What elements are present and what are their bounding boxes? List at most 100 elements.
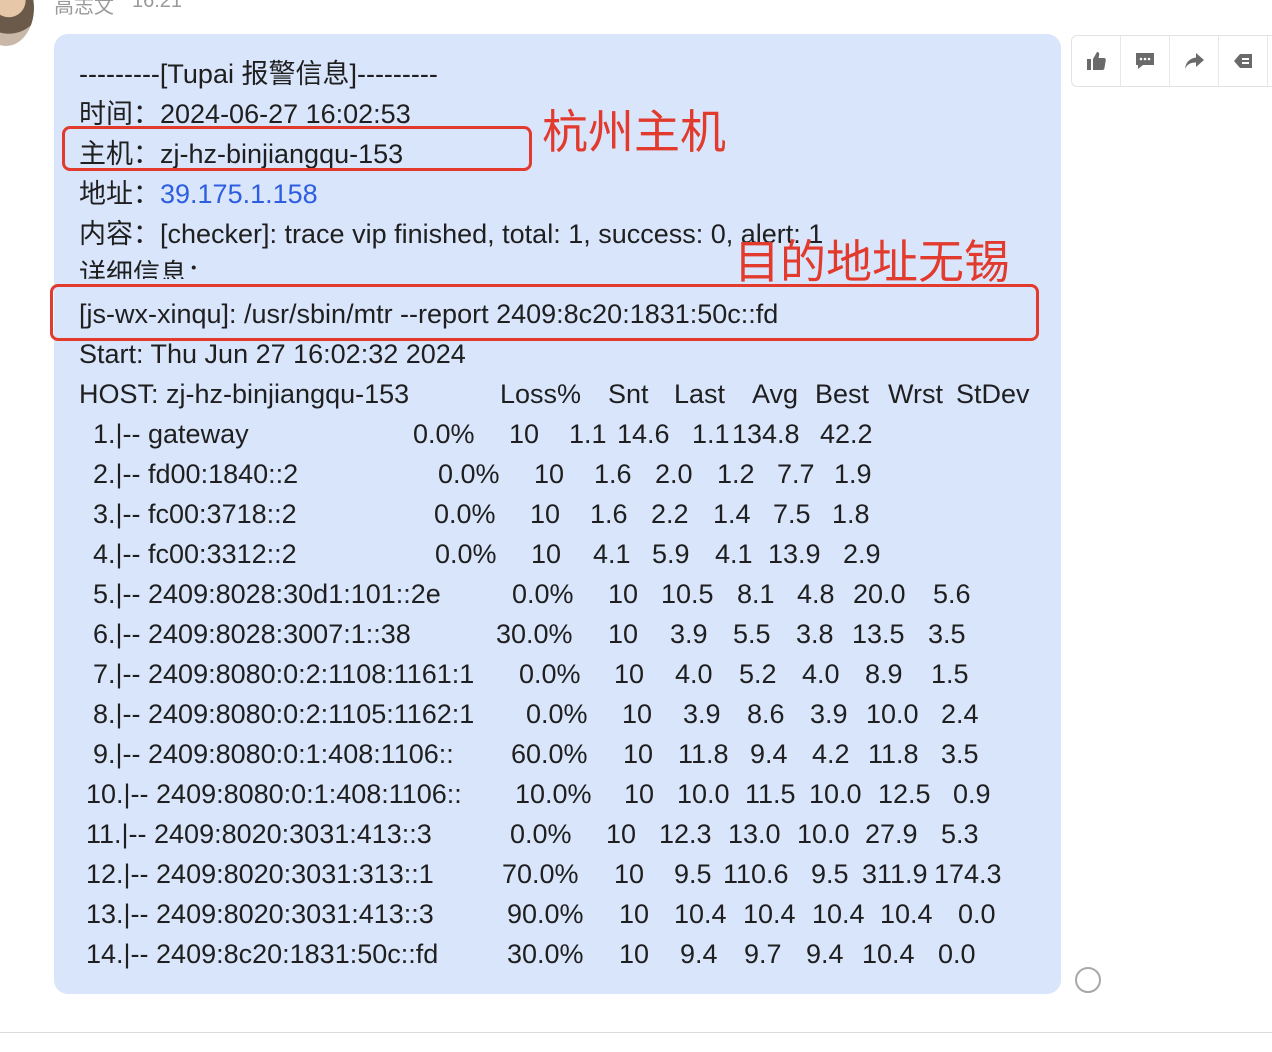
cell-stdev: 0.9 — [953, 779, 991, 809]
command-highlight-box — [50, 284, 1039, 341]
cell-hop: 7.|-- 2409:8080:0:2:1108:1161:1 — [93, 659, 475, 689]
cell-avg: 13.0 — [728, 819, 781, 849]
cell-wrst: 27.9 — [865, 819, 918, 849]
cell-avg: 11.5 — [745, 779, 796, 809]
cell-snt: 10 — [619, 939, 650, 969]
cell-loss: 60.0% — [511, 739, 588, 769]
cell-stdev: 5.3 — [941, 819, 979, 849]
cell-stdev: 1.9 — [834, 459, 872, 489]
cell-loss: 0.0% — [512, 579, 574, 609]
host-highlight-box — [62, 126, 532, 171]
cell-last: 4.0 — [675, 659, 713, 689]
cell-hop: 6.|-- 2409:8028:3007:1::38 — [93, 619, 411, 649]
avatar[interactable] — [0, 0, 34, 46]
thumbs-up-icon[interactable] — [1072, 36, 1121, 86]
cell-snt: 10 — [619, 899, 650, 929]
cell-snt: 10 — [530, 499, 561, 529]
cell-avg: 5.2 — [739, 659, 777, 689]
cell-wrst: 10.4 — [862, 939, 915, 969]
cell-last: 1.6 — [594, 459, 632, 489]
col-loss: Loss% — [500, 379, 582, 409]
cell-snt: 10 — [608, 619, 639, 649]
cell-avg: 9.7 — [744, 939, 782, 969]
cell-stdev: 42.2 — [820, 419, 873, 449]
cell-snt: 10 — [608, 579, 639, 609]
comment-icon[interactable] — [1121, 36, 1170, 86]
cell-last: 12.3 — [659, 819, 712, 849]
cell-stdev: 5.6 — [933, 579, 971, 609]
content-label: 内容： — [79, 219, 160, 249]
cell-avg: 5.5 — [733, 619, 771, 649]
cell-hop: 3.|-- fc00:3718::2 — [93, 499, 297, 529]
cell-stdev: 3.5 — [941, 739, 979, 769]
host-annotation: 杭州主机 — [542, 106, 726, 158]
cell-loss: 0.0% — [413, 419, 475, 449]
sender-info: 高志文 16:21 — [54, 0, 183, 18]
cell-best: 10.4 — [812, 899, 865, 929]
cell-loss: 0.0% — [438, 459, 500, 489]
cell-hop: 8.|-- 2409:8080:0:2:1105:1162:1 — [93, 699, 475, 729]
cell-hop: 5.|-- 2409:8028:30d1:101::2e — [93, 579, 441, 609]
cell-best: 4.2 — [812, 739, 850, 769]
time-label: 时间： — [79, 99, 160, 129]
read-status-icon — [1075, 967, 1101, 993]
cell-avg: 2.0 — [655, 459, 693, 489]
cell-best: 3.8 — [796, 619, 834, 649]
cell-stdev: 1.8 — [832, 499, 870, 529]
cell-last: 9.4 — [680, 939, 718, 969]
cell-snt: 10 — [614, 859, 645, 889]
more-icon[interactable] — [1219, 36, 1268, 86]
cell-last: 3.9 — [683, 699, 721, 729]
cell-avg: 8.6 — [747, 699, 785, 729]
cell-wrst: 10.0 — [866, 699, 919, 729]
cell-wrst: 134.8 — [732, 419, 800, 449]
cell-hop: 12.|-- 2409:8020:3031:313::1 — [86, 859, 434, 889]
cell-avg: 5.9 — [652, 539, 690, 569]
cell-wrst: 10.4 — [880, 899, 933, 929]
cell-snt: 10 — [623, 739, 654, 769]
address-link[interactable]: 39.175.1.158 — [160, 179, 318, 209]
cell-last: 9.5 — [674, 859, 712, 889]
col-last: Last — [674, 379, 726, 409]
cell-snt: 10 — [534, 459, 565, 489]
cell-last: 1.1 — [569, 419, 607, 449]
cell-hop: 11.|-- 2409:8020:3031:413::3 — [86, 819, 432, 849]
cell-stdev: 0.0 — [938, 939, 976, 969]
col-host: HOST: zj-hz-binjiangqu-153 — [79, 379, 410, 409]
address-line: 地址：39.175.1.158 — [79, 177, 318, 211]
cell-last: 11.8 — [678, 739, 729, 769]
cell-wrst: 8.9 — [865, 659, 903, 689]
cell-last: 3.9 — [670, 619, 708, 649]
col-best: Best — [815, 379, 870, 409]
cell-best: 1.4 — [713, 499, 751, 529]
cell-snt: 10 — [622, 699, 653, 729]
cell-loss: 0.0% — [435, 539, 497, 569]
cell-wrst: 7.7 — [777, 459, 815, 489]
cell-snt: 10 — [606, 819, 637, 849]
cell-last: 4.1 — [593, 539, 631, 569]
cell-hop: 4.|-- fc00:3312::2 — [93, 539, 297, 569]
cell-wrst: 20.0 — [853, 579, 906, 609]
cell-loss: 30.0% — [496, 619, 573, 649]
cell-loss: 0.0% — [519, 659, 581, 689]
cell-last: 10.0 — [677, 779, 730, 809]
cell-wrst: 12.5 — [878, 779, 931, 809]
cell-stdev: 1.5 — [931, 659, 969, 689]
cell-stdev: 0.0 — [958, 899, 996, 929]
cell-avg: 8.1 — [737, 579, 775, 609]
cell-hop: 13.|-- 2409:8020:3031:413::3 — [86, 899, 434, 929]
cell-wrst: 11.8 — [868, 739, 919, 769]
content-value: [checker]: trace vip finished, total: 1,… — [160, 219, 824, 249]
forward-icon[interactable] — [1170, 36, 1219, 86]
start-line: Start: Thu Jun 27 16:02:32 2024 — [79, 339, 466, 369]
message-time: 16:21 — [132, 0, 183, 12]
cell-best: 1.2 — [717, 459, 755, 489]
divider — [0, 1032, 1272, 1033]
cell-best: 4.8 — [797, 579, 835, 609]
time-value: 2024-06-27 16:02:53 — [160, 99, 411, 129]
cell-snt: 10 — [614, 659, 645, 689]
cell-avg: 2.2 — [651, 499, 689, 529]
cell-avg: 10.4 — [743, 899, 796, 929]
cell-wrst: 13.5 — [852, 619, 905, 649]
col-wrst: Wrst — [888, 379, 943, 409]
